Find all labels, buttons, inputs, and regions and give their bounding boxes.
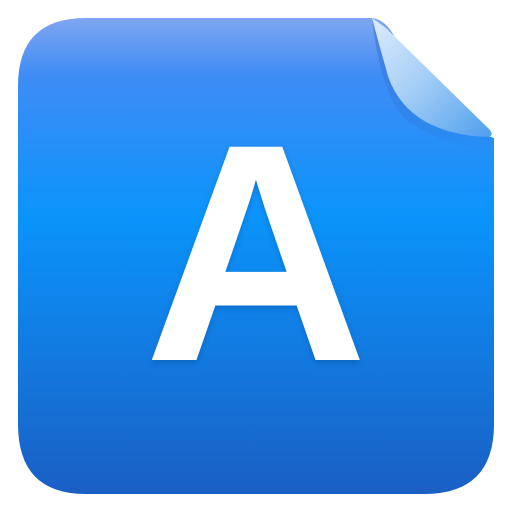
- letter-a-glyph: A: [144, 79, 368, 426]
- font-file-icon-graphic: A: [18, 18, 494, 494]
- app-icon: A: [0, 0, 512, 512]
